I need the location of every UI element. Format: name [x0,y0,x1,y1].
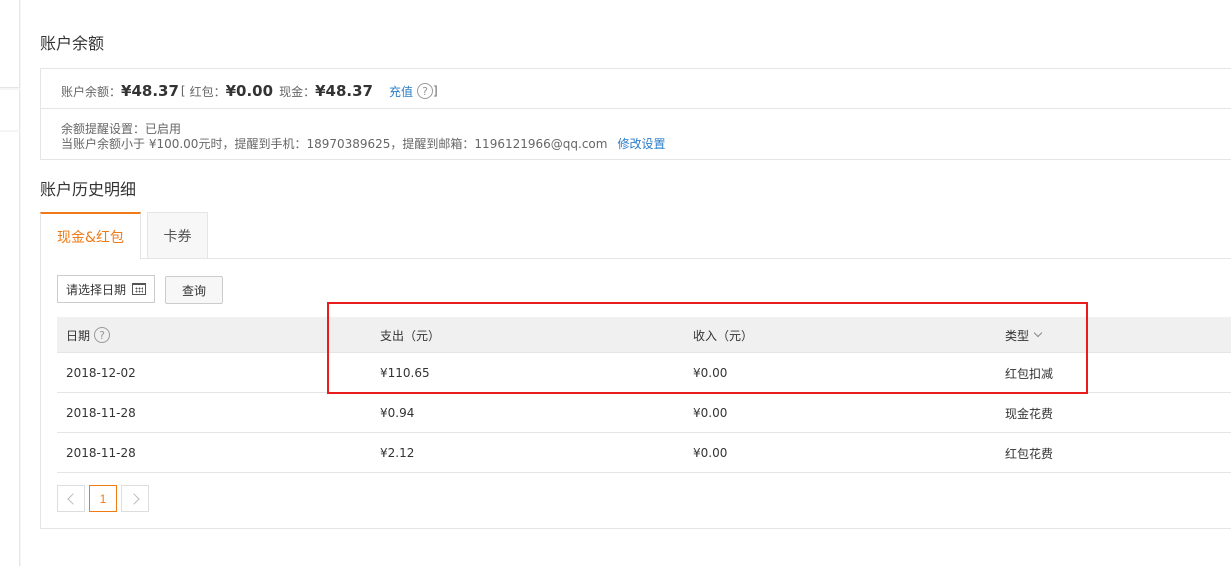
calendar-icon [132,283,146,295]
table-row: 2018-11-28 ¥2.12 ¥0.00 红包花费 [57,433,1231,473]
main-content: 账户余额 账户余额： ¥48.37 [ 红包： ¥0.00 现金： ¥48.37… [21,0,1231,566]
modify-settings-link[interactable]: 修改设置 [617,137,665,151]
cell-date: 2018-11-28 [66,446,136,460]
history-table: 日期 ? 支出（元） 收入（元） 类型 2018-12-02 ¥110.65 ¥… [57,317,1231,473]
tab-coupons[interactable]: 卡券 [147,212,208,258]
history-panel: 现金&红包 卡券 请选择日期 查询 日期 ? 支出（元） 收入（元） 类型 20… [40,212,1231,529]
sidebar-item[interactable] [0,0,20,88]
cell-income: ¥0.00 [693,366,728,380]
date-picker[interactable]: 请选择日期 [57,275,155,303]
balance-panel: 账户余额： ¥48.37 [ 红包： ¥0.00 现金： ¥48.37 充值 ?… [40,68,1231,160]
cell-type: 现金花费 [1005,406,1054,421]
cell-type: 红包扣减 [1005,366,1054,381]
balance-section-title: 账户余额 [40,34,105,53]
chevron-right-icon [127,492,140,505]
balance-value: ¥48.37 [121,82,179,100]
table-header: 日期 ? 支出（元） 收入（元） 类型 [57,317,1231,353]
help-icon[interactable]: ? [94,327,111,343]
chevron-left-icon [66,492,79,505]
table-row: 2018-11-28 ¥0.94 ¥0.00 现金花费 [57,393,1231,433]
sidebar-item[interactable] [0,90,20,130]
page-number-button[interactable]: 1 [89,485,117,512]
remind-detail-text: 当账户余额小于 ¥100.00元时，提醒到手机：18970389625，提醒到邮… [61,137,608,151]
cell-expense: ¥0.94 [380,406,415,420]
column-label: 日期 [66,328,91,343]
cell-expense: ¥110.65 [380,366,430,380]
history-section-title: 账户历史明细 [40,180,137,199]
query-button[interactable]: 查询 [165,276,223,304]
tabs-divider [41,258,1231,259]
pagination: 1 [57,485,149,512]
balance-summary: 账户余额： ¥48.37 [ 红包： ¥0.00 现金： ¥48.37 充值 ?… [61,81,438,101]
column-header-date: 日期 ? [66,317,111,353]
cash-label: 现金： [279,84,316,99]
tab-cash-redpacket[interactable]: 现金&红包 [40,212,141,259]
cell-income: ¥0.00 [693,406,728,420]
recharge-link[interactable]: 充值 [389,83,413,100]
column-header-expense: 支出（元） [380,328,441,343]
cell-income: ¥0.00 [693,446,728,460]
redpacket-label: 红包： [189,84,226,99]
balance-label: 账户余额： [61,84,122,99]
cell-type: 红包花费 [1005,446,1054,461]
bracket-close: ] [432,84,438,98]
cell-date: 2018-11-28 [66,406,136,420]
divider [41,108,1231,109]
column-header-income: 收入（元） [693,328,754,343]
help-icon[interactable]: ? [416,83,433,99]
remind-detail: 当账户余额小于 ¥100.00元时，提醒到手机：18970389625，提醒到邮… [61,135,665,152]
sidebar-item[interactable] [0,132,20,566]
column-label: 类型 [1005,328,1030,343]
sidebar [0,0,21,566]
cell-expense: ¥2.12 [380,446,415,460]
redpacket-value: ¥0.00 [225,82,274,100]
cell-date: 2018-12-02 [66,366,136,380]
bracket-open: [ [180,84,186,98]
table-row: 2018-12-02 ¥110.65 ¥0.00 红包扣减 [57,353,1231,393]
date-picker-label: 请选择日期 [66,282,127,297]
prev-page-button[interactable] [57,485,85,512]
next-page-button[interactable] [121,485,149,512]
cash-value: ¥48.37 [315,82,373,100]
chevron-down-icon [1033,328,1043,338]
column-header-type[interactable]: 类型 [1005,317,1043,353]
